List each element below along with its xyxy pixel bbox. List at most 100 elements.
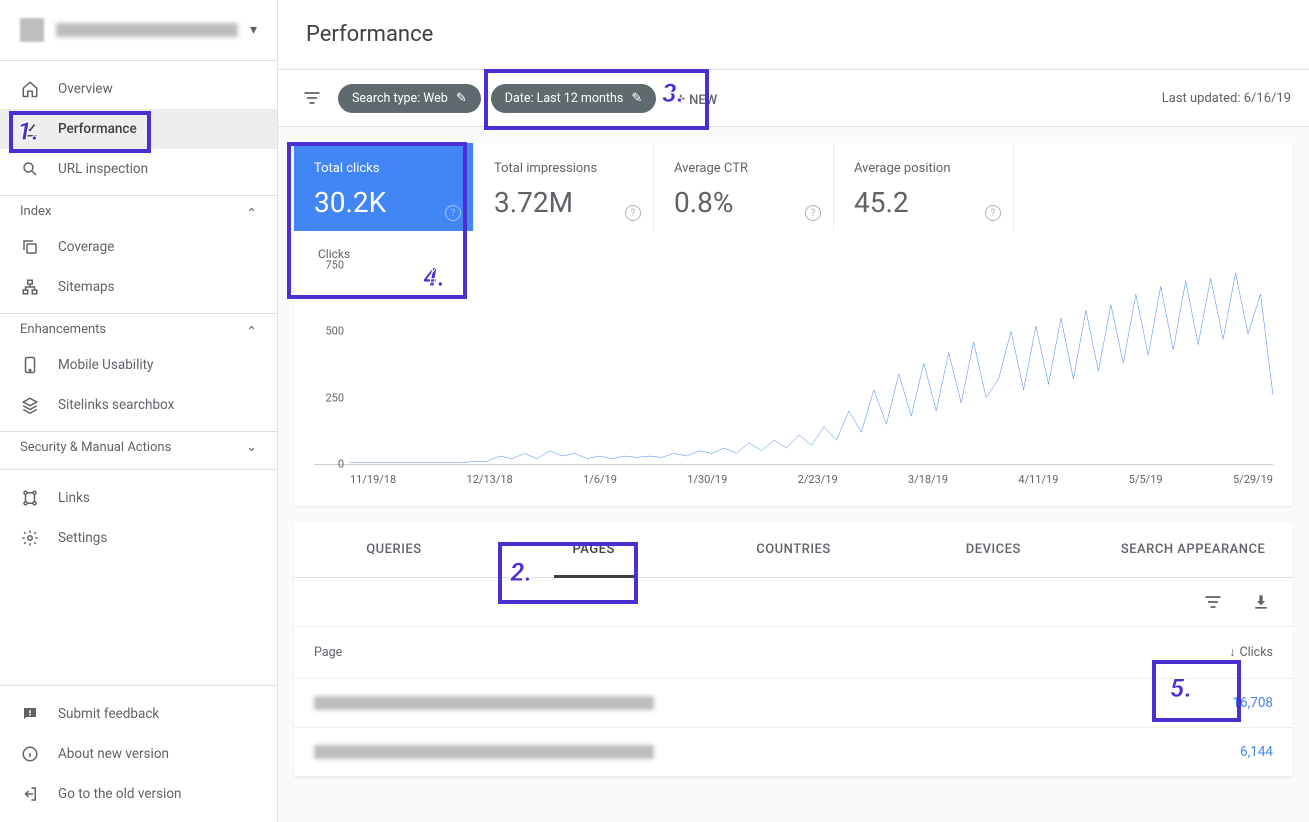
metric-card-average-ctr[interactable]: Average CTR 0.8% ? <box>654 143 834 231</box>
y-tick: 500 <box>325 325 344 338</box>
copy-icon <box>20 237 40 257</box>
sitemap-icon <box>20 277 40 297</box>
edit-icon: ✎ <box>631 91 642 106</box>
help-icon[interactable]: ? <box>805 205 821 221</box>
gear-icon <box>20 528 40 548</box>
search-icon <box>20 159 40 179</box>
x-tick: 4/11/19 <box>1018 473 1058 486</box>
chevron-icon: ⌄ <box>246 204 257 219</box>
metric-label: Total clicks <box>314 161 453 176</box>
metric-label: Average position <box>854 161 993 176</box>
x-tick: 1/30/19 <box>687 473 727 486</box>
x-tick: 2/23/19 <box>798 473 838 486</box>
sidebar-item-label: Mobile Usability <box>58 357 153 373</box>
feedback-icon <box>20 704 40 724</box>
y-axis: 0250500750 <box>314 265 344 464</box>
chart-icon <box>20 119 40 139</box>
date-label: Date: Last 12 months <box>505 91 624 106</box>
chevron-down-icon: ▾ <box>250 22 257 38</box>
metric-label: Total impressions <box>494 161 633 176</box>
tab-queries[interactable]: QUERIES <box>294 522 494 577</box>
sidebar-item-go-to-the-old-version[interactable]: Go to the old version <box>0 774 277 814</box>
tab-countries[interactable]: COUNTRIES <box>694 522 894 577</box>
page-url-blurred <box>314 745 654 759</box>
sidebar-item-mobile-usability[interactable]: Mobile Usability <box>0 345 277 385</box>
property-selector[interactable]: ▾ <box>0 0 277 61</box>
edit-icon: ✎ <box>456 91 467 106</box>
x-tick: 5/29/19 <box>1233 473 1273 486</box>
new-filter-button[interactable]: +NEW <box>666 83 727 114</box>
sidebar-item-performance[interactable]: Performance <box>0 109 277 149</box>
links-icon <box>20 488 40 508</box>
chevron-icon: ⌄ <box>246 322 257 337</box>
metric-card-average-position[interactable]: Average position 45.2 ? <box>834 143 1014 231</box>
tab-pages[interactable]: PAGES <box>494 522 694 577</box>
mobile-icon <box>20 355 40 375</box>
home-icon <box>20 79 40 99</box>
sidebar-footer: Submit feedback About new version Go to … <box>0 685 277 822</box>
section-security-manual-actions[interactable]: Security & Manual Actions ⌄ <box>0 431 277 463</box>
metric-card-total-clicks[interactable]: Total clicks 30.2K ? <box>294 143 474 231</box>
sort-arrow-down-icon: ↓ <box>1229 645 1235 660</box>
metric-value: 0.8% <box>674 186 813 219</box>
page-title: Performance <box>278 0 1309 70</box>
y-tick: 250 <box>325 391 344 404</box>
sidebar-item-label: Settings <box>58 530 107 546</box>
section-index[interactable]: Index ⌄ <box>0 195 277 227</box>
y-tick: 0 <box>338 458 344 471</box>
sidebar-item-about-new-version[interactable]: About new version <box>0 734 277 774</box>
sidebar-item-label: Links <box>58 490 90 506</box>
sidebar-item-coverage[interactable]: Coverage <box>0 227 277 267</box>
column-header-clicks[interactable]: ↓ Clicks <box>1229 645 1273 660</box>
sidebar-item-label: Sitemaps <box>58 279 115 295</box>
help-icon[interactable]: ? <box>985 205 1001 221</box>
x-tick: 5/5/19 <box>1129 473 1163 486</box>
sidebar-item-links[interactable]: Links <box>0 478 277 518</box>
x-tick: 12/13/18 <box>467 473 513 486</box>
chevron-icon: ⌄ <box>246 440 257 455</box>
table-header-row: Page ↓ Clicks <box>294 627 1293 679</box>
y-tick: 750 <box>325 259 344 272</box>
sidebar-item-overview[interactable]: Overview <box>0 69 277 109</box>
search-type-label: Search type: Web <box>352 91 448 106</box>
sidebar-item-submit-feedback[interactable]: Submit feedback <box>0 694 277 734</box>
metric-card-total-impressions[interactable]: Total impressions 3.72M ? <box>474 143 654 231</box>
sidebar-item-label: Overview <box>58 81 113 97</box>
table-card: QUERIESPAGESCOUNTRIESDEVICESSEARCH APPEA… <box>294 522 1293 777</box>
x-axis: 11/19/1812/13/181/6/191/30/192/23/193/18… <box>350 473 1273 486</box>
tab-devices[interactable]: DEVICES <box>893 522 1093 577</box>
exit-icon <box>20 784 40 804</box>
metric-label: Average CTR <box>674 161 813 176</box>
metric-value: 3.72M <box>494 186 633 219</box>
sidebar-item-url-inspection[interactable]: URL inspection <box>0 149 277 189</box>
sidebar-item-sitemaps[interactable]: Sitemaps <box>0 267 277 307</box>
table-row[interactable]: 6,144 <box>294 728 1293 777</box>
filter-icon[interactable] <box>296 82 328 114</box>
sidebar-item-label: URL inspection <box>58 161 148 177</box>
sidebar-item-sitelinks-searchbox[interactable]: Sitelinks searchbox <box>0 385 277 425</box>
download-icon[interactable] <box>1245 586 1277 618</box>
sidebar-item-label: Coverage <box>58 239 114 255</box>
main-content: Performance Search type: Web ✎ Date: Las… <box>278 0 1309 822</box>
sidebar-item-settings[interactable]: Settings <box>0 518 277 558</box>
chart-container[interactable]: 0250500750 <box>314 265 1273 465</box>
help-icon[interactable]: ? <box>625 205 641 221</box>
filter-icon[interactable] <box>1197 586 1229 618</box>
sidebar-item-label: Go to the old version <box>58 786 181 802</box>
chart-plot <box>350 265 1273 464</box>
sidebar-item-label: Sitelinks searchbox <box>58 397 174 413</box>
sidebar: ▾ Overview Performance URL inspection In… <box>0 0 278 822</box>
x-tick: 3/18/19 <box>908 473 948 486</box>
metric-value: 30.2K <box>314 186 453 219</box>
search-type-chip[interactable]: Search type: Web ✎ <box>338 84 481 113</box>
help-icon[interactable]: ? <box>445 205 461 221</box>
date-chip[interactable]: Date: Last 12 months ✎ <box>491 84 657 113</box>
table-row[interactable]: 16,708 <box>294 679 1293 728</box>
property-name-blurred <box>56 23 238 37</box>
column-header-page: Page <box>314 645 342 660</box>
chart-legend: Clicks <box>318 247 1273 261</box>
sidebar-item-label: Performance <box>58 121 137 137</box>
metrics-row: Total clicks 30.2K ? Total impressions 3… <box>294 143 1293 231</box>
section-enhancements[interactable]: Enhancements ⌄ <box>0 313 277 345</box>
tab-search-appearance[interactable]: SEARCH APPEARANCE <box>1093 522 1293 577</box>
